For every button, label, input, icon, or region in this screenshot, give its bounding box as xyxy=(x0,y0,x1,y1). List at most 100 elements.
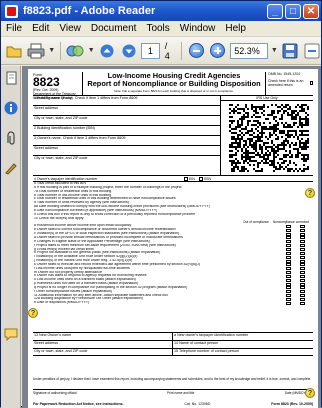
signatures-button[interactable] xyxy=(3,160,19,176)
print-name-label: Print name and title xyxy=(166,391,195,395)
building-field-0[interactable]: 1 Building name (if any). Check if item … xyxy=(33,96,220,106)
checkbox-line-label: i Violation(s) of the Available Unit Rul… xyxy=(34,255,138,259)
new-owner-city-field[interactable]: City or town, state, and ZIP code xyxy=(33,349,173,355)
building-field-6[interactable]: City or town, state, and ZIP code xyxy=(33,156,220,166)
maximize-button[interactable]: □ xyxy=(285,3,301,19)
zoom-in-icon xyxy=(210,43,226,58)
catalog-number: Cat. No. 12308D xyxy=(184,402,211,406)
building-field-1[interactable]: Street address xyxy=(33,106,220,116)
ein-checkbox[interactable] xyxy=(184,177,188,181)
pages-panel-button[interactable] xyxy=(3,70,19,86)
form-title-line2: Report of Noncompliance or Building Disp… xyxy=(87,79,261,88)
corrected-checkbox[interactable] xyxy=(300,301,305,305)
next-page-button[interactable] xyxy=(119,41,138,61)
checkbox-line-label: 11 Additional information for any item a… xyxy=(34,293,168,297)
menu-item-edit[interactable]: Edit xyxy=(27,23,54,34)
ein-option: EIN xyxy=(189,177,195,181)
zoom-level-input[interactable]: 52.3% xyxy=(230,42,268,59)
title-bar[interactable]: f8823.pdf - Adobe Reader _ □ ✕ xyxy=(1,1,321,21)
menu-item-help[interactable]: Help xyxy=(220,23,251,34)
contact-name-field[interactable]: 14 Name of contact person xyxy=(173,341,313,348)
signature-line: Signature of authorizing official Print … xyxy=(33,389,313,395)
open-button[interactable] xyxy=(5,41,24,61)
street-contact-row: Street address 14 Name of contact person xyxy=(33,340,313,348)
building-info-section: 1 Building name (if any). Check if item … xyxy=(33,96,313,176)
window-title: f8823.pdf - Adobe Reader xyxy=(23,5,156,17)
print-dropdown-icon[interactable]: ▼ xyxy=(48,47,55,54)
amended-checkbox[interactable] xyxy=(309,81,313,85)
comments-button[interactable] xyxy=(3,326,19,342)
signature-pen-icon xyxy=(5,163,17,175)
new-owner-street-field[interactable]: Street address xyxy=(33,341,173,348)
building-field-4[interactable]: 3 Owner's name. Check if item 3 differs … xyxy=(33,136,220,146)
2d-barcode xyxy=(229,104,309,172)
checkbox-line: b Date of disposition (MMDDYYYY) xyxy=(33,301,313,305)
city-phone-row: City or town, state, and ZIP code 15 Tel… xyxy=(33,348,313,356)
collaborate-dropdown-icon[interactable]: ▼ xyxy=(88,47,95,54)
minimize-button[interactable]: _ xyxy=(267,3,283,19)
checkbox-line-label: a Household income above income limit up… xyxy=(34,224,132,228)
new-owner-tin-field[interactable]: a New owner's taxpayer identification nu… xyxy=(173,333,313,340)
save-disk-icon xyxy=(282,43,298,58)
checkbox-line-label: n Owner has failed to respond to agency … xyxy=(34,274,147,278)
field-help-icon[interactable]: ? xyxy=(305,188,315,198)
print-button[interactable] xyxy=(27,41,46,61)
paperwork-notice: For Paperwork Reduction Act Notice, see … xyxy=(33,402,124,406)
checkbox-line-label: l Low-income units occupied by nonqualif… xyxy=(34,266,130,270)
form-title-block: Low-Income Housing Credit Agencies Repor… xyxy=(83,72,265,95)
zoom-out-button[interactable] xyxy=(187,41,206,61)
field-help-icon[interactable]: ? xyxy=(28,308,38,318)
checkbox-line-label: g Gross rent(s) exceed tax credit limits xyxy=(34,247,94,251)
building-field-3[interactable]: 2 Building identification number (BIN) xyxy=(33,126,220,136)
form-header: Form 8823 (Rev. Oct. 2009) Department of… xyxy=(33,72,313,100)
new-owner-name-field[interactable]: 13 New Owner's name xyxy=(33,333,173,340)
checkbox-line-label: f Project failed to meet minimum set-asi… xyxy=(34,243,176,247)
menu-item-file[interactable]: File xyxy=(1,23,27,34)
pdf-app-icon xyxy=(5,4,18,18)
checkbox-line-label: r Other noncompliance issues (attach exp… xyxy=(34,289,113,293)
previous-page-button[interactable] xyxy=(98,41,117,61)
building-field-5[interactable]: Street address xyxy=(33,146,220,156)
menu-item-document[interactable]: Document xyxy=(86,23,142,34)
building-field-2[interactable]: City or town, state, and ZIP code xyxy=(33,116,220,126)
checkbox-line-label: b Owner failed to correct noncompliance … xyxy=(34,228,176,232)
toolbar: ▼ ▼ 1 / 4 52.3% ▼ xyxy=(1,37,321,65)
how-to-button[interactable] xyxy=(3,100,19,116)
reader-window: f8823.pdf - Adobe Reader _ □ ✕ File Edit V… xyxy=(0,0,322,408)
find-button[interactable] xyxy=(302,41,321,61)
find-icon xyxy=(304,43,320,58)
form-line: 10 Check the box(es) that apply: xyxy=(34,216,85,220)
collaborate-button[interactable] xyxy=(66,41,85,61)
menu-item-tools[interactable]: Tools xyxy=(141,23,174,34)
attachments-button[interactable] xyxy=(3,130,19,146)
arrow-down-icon xyxy=(122,44,136,57)
form-number: 8823 xyxy=(33,75,60,89)
field-help-icon[interactable]: ? xyxy=(305,388,315,398)
zoom-out-icon xyxy=(188,43,204,58)
checkbox-line-label: e Changes in Eligible Basis or the Appli… xyxy=(34,239,150,243)
pages-icon xyxy=(6,71,17,85)
checkbox-line-label: h Project not available to the general p… xyxy=(34,251,161,255)
folder-icon xyxy=(6,46,22,57)
contact-phone-field[interactable]: 15 Telephone number of contact person xyxy=(173,349,313,355)
menu-item-view[interactable]: View xyxy=(54,23,86,34)
page-number-input[interactable]: 1 xyxy=(140,42,160,59)
form-id-block: Form 8823 (Rev. Oct. 2009) Department of… xyxy=(33,72,83,100)
out-of-compliance-checkbox[interactable] xyxy=(286,301,291,305)
checkbox-lines: a Household income above income limit up… xyxy=(33,224,313,305)
zoom-dropdown-icon[interactable]: ▼ xyxy=(271,47,278,54)
ssn-checkbox[interactable] xyxy=(198,177,203,181)
checkbox-line-label: o Low-income units used on a transient b… xyxy=(34,278,136,282)
comment-icon xyxy=(4,328,18,341)
save-button[interactable] xyxy=(281,41,300,61)
form-footer-id: Form 8823 (Rev. 10-2009) xyxy=(271,402,313,406)
form-note: Note: File a separate Form 8823 for each… xyxy=(114,89,234,93)
checkbox-line-label: b Date of disposition (MMDDYYYY) xyxy=(34,301,90,305)
close-button[interactable]: ✕ xyxy=(303,3,319,19)
zoom-in-button[interactable] xyxy=(209,41,228,61)
checkbox-line-label: 12a Building disposition by Foreclosure … xyxy=(34,297,143,301)
menu-item-window[interactable]: Window xyxy=(175,23,221,34)
amended-label: Check here if this is an amended return xyxy=(268,79,304,87)
document-view[interactable]: Form 8823 (Rev. Oct. 2009) Department of… xyxy=(22,66,321,408)
navigation-panel xyxy=(1,66,21,408)
